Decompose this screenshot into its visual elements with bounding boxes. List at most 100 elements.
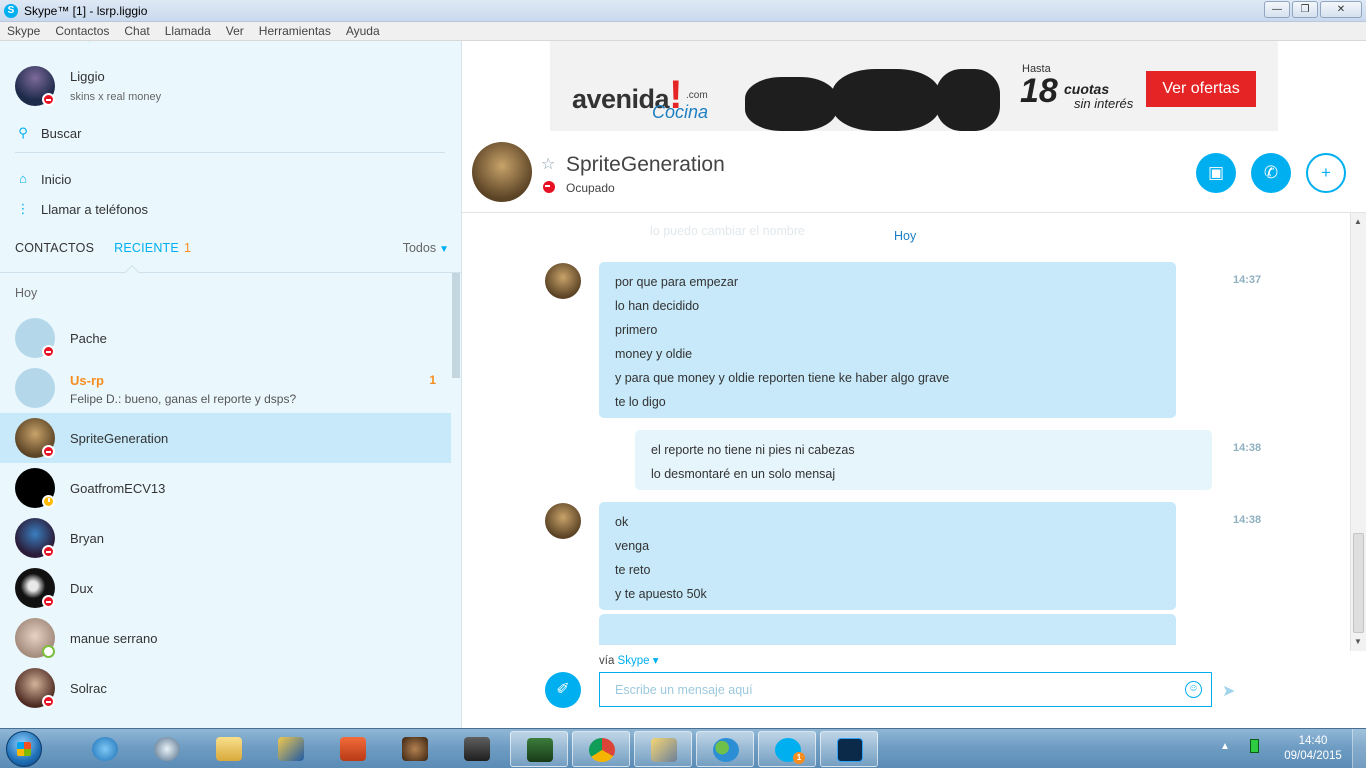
tray-expand-icon[interactable]: ▲ — [1220, 741, 1230, 752]
contact-row-pache[interactable]: Pache — [0, 313, 451, 363]
network-icon[interactable] — [1250, 739, 1259, 753]
pot-image — [745, 77, 837, 131]
teamspeak-icon — [154, 737, 180, 761]
day-separator: Hoy — [894, 229, 917, 243]
ad-banner[interactable]: avenida! .com Cocina Hasta 18 cuotas sin… — [550, 41, 1278, 131]
unread-count-badge: 1 — [429, 373, 436, 387]
profile-mood[interactable]: skins x real money — [70, 91, 161, 103]
film-icon — [464, 737, 490, 761]
contact-row-solrac[interactable]: Solrac — [0, 663, 451, 713]
pen-app-icon — [278, 737, 304, 761]
taskbar-app-5[interactable] — [324, 731, 382, 767]
taskbar-gta-samp[interactable] — [386, 731, 444, 767]
scrollbar-thumb[interactable] — [1353, 533, 1364, 633]
contact-row-spritegeneration[interactable]: SpriteGeneration — [0, 413, 451, 463]
chat-contact-avatar[interactable] — [472, 142, 532, 202]
message-bubble-incoming[interactable]: por que para empezar lo han decidido pri… — [599, 262, 1176, 418]
menu-skype[interactable]: Skype — [7, 24, 40, 38]
voice-call-button[interactable]: ✆ — [1251, 153, 1291, 193]
status-busy-icon — [42, 345, 55, 358]
taskbar-clock[interactable]: 14:40 09/04/2015 — [1282, 734, 1344, 764]
contact-row-dux[interactable]: Dux — [0, 563, 451, 613]
contact-row-us-rp[interactable]: Us-rp Felipe D.: bueno, ganas el reporte… — [0, 363, 451, 413]
message-input[interactable] — [599, 672, 1212, 707]
show-desktop-button[interactable] — [1352, 729, 1366, 768]
ad-cta-button[interactable]: Ver ofertas — [1146, 71, 1256, 107]
menu-ver[interactable]: Ver — [226, 24, 244, 38]
message-sender-avatar[interactable] — [545, 503, 581, 539]
send-icon[interactable]: ➤ — [1222, 681, 1235, 701]
message-line: ok — [615, 515, 629, 529]
chat-scrollbar[interactable]: ▲ ▼ — [1350, 213, 1366, 651]
contact-row-bryan[interactable]: Bryan — [0, 513, 451, 563]
message-line: y para que money y oldie reporten tiene … — [615, 371, 950, 385]
start-button[interactable] — [6, 731, 42, 767]
menu-llamada[interactable]: Llamada — [165, 24, 211, 38]
menu-chat[interactable]: Chat — [124, 24, 149, 38]
video-call-button[interactable]: ▣ — [1196, 153, 1236, 193]
minimize-button[interactable]: — — [1264, 1, 1290, 18]
attach-button[interactable]: ✐ — [545, 672, 581, 708]
menu-contactos[interactable]: Contactos — [55, 24, 109, 38]
taskbar-messenger[interactable] — [696, 731, 754, 767]
nav-call-phones[interactable]: ⋮ Llamar a teléfonos — [15, 201, 148, 217]
status-busy-icon — [42, 545, 55, 558]
close-button[interactable]: ✕ — [1320, 1, 1362, 18]
window-title: Skype™ [1] - lsrp.liggio — [24, 3, 148, 18]
send-via-selector[interactable]: vía Skype ▾ — [599, 653, 658, 667]
taskbar-teamspeak[interactable] — [138, 731, 196, 767]
chevron-down-icon: ▼ — [439, 244, 449, 255]
nav-home[interactable]: ⌂ Inicio — [15, 171, 71, 187]
contact-name: Dux — [70, 581, 94, 596]
taskbar-monitor[interactable] — [510, 731, 568, 767]
scroll-down-icon[interactable]: ▼ — [1354, 637, 1362, 646]
list-section-today: Hoy — [15, 286, 38, 300]
maximize-button[interactable]: ❐ — [1292, 1, 1318, 18]
taskbar-app-10[interactable] — [634, 731, 692, 767]
taskbar-chrome[interactable] — [572, 731, 630, 767]
taskbar-skype[interactable]: 1 — [758, 731, 816, 767]
taskbar-media[interactable] — [448, 731, 506, 767]
internet-explorer-icon — [92, 737, 118, 761]
message-sender-avatar[interactable] — [545, 263, 581, 299]
scroll-up-icon[interactable]: ▲ — [1354, 217, 1362, 226]
message-bubble-partial[interactable] — [599, 614, 1176, 645]
game-icon — [402, 737, 428, 761]
call-phones-label: Llamar a teléfonos — [41, 201, 148, 217]
scrollbar-thumb[interactable] — [452, 273, 460, 378]
contact-row-manue-serrano[interactable]: manue serrano — [0, 613, 451, 663]
title-bar: S Skype™ [1] - lsrp.liggio — ❐ ✕ — [0, 0, 1366, 22]
menu-ayuda[interactable]: Ayuda — [346, 24, 380, 38]
message-line: primero — [615, 323, 658, 337]
taskbar-explorer[interactable] — [200, 731, 258, 767]
status-busy-icon — [42, 695, 55, 708]
contact-row-goatfromecv13[interactable]: GoatfromECV13 — [0, 463, 451, 513]
tab-contacts[interactable]: CONTACTOS — [15, 241, 94, 255]
taskbar-ie[interactable] — [76, 731, 134, 767]
via-skype-link[interactable]: Skype — [618, 655, 650, 667]
chat-status-busy-icon — [543, 181, 555, 193]
taskbar-app-4[interactable] — [262, 731, 320, 767]
ad-category: Cocina — [652, 102, 709, 122]
tab-recent[interactable]: RECIENTE 1 — [114, 241, 191, 255]
contact-list-scrollbar[interactable] — [451, 273, 461, 728]
recent-count-badge: 1 — [183, 241, 192, 255]
photoshop-icon — [837, 738, 863, 762]
chat-contact-name[interactable]: SpriteGeneration — [566, 153, 725, 177]
add-people-button[interactable]: + — [1306, 153, 1346, 193]
profile-name[interactable]: Liggio — [70, 69, 105, 84]
menu-herramientas[interactable]: Herramientas — [259, 24, 331, 38]
group-avatar-icon — [15, 368, 55, 408]
contact-name: GoatfromECV13 — [70, 481, 166, 496]
folder-icon — [216, 737, 242, 761]
search-button[interactable]: ⚲ Buscar — [15, 125, 81, 141]
filter-dropdown[interactable]: Todos ▼ — [403, 241, 449, 255]
divider — [15, 152, 445, 153]
group-name: Us-rp — [70, 373, 104, 388]
message-bubble-outgoing[interactable]: el reporte no tiene ni pies ni cabezas l… — [635, 430, 1212, 490]
favorite-star-icon[interactable]: ☆ — [541, 154, 555, 174]
home-label: Inicio — [41, 171, 72, 187]
message-bubble-incoming[interactable]: ok venga te reto y te apuesto 50k — [599, 502, 1176, 610]
emoticon-icon[interactable]: ☺ — [1185, 681, 1202, 698]
taskbar-photoshop[interactable] — [820, 731, 878, 767]
